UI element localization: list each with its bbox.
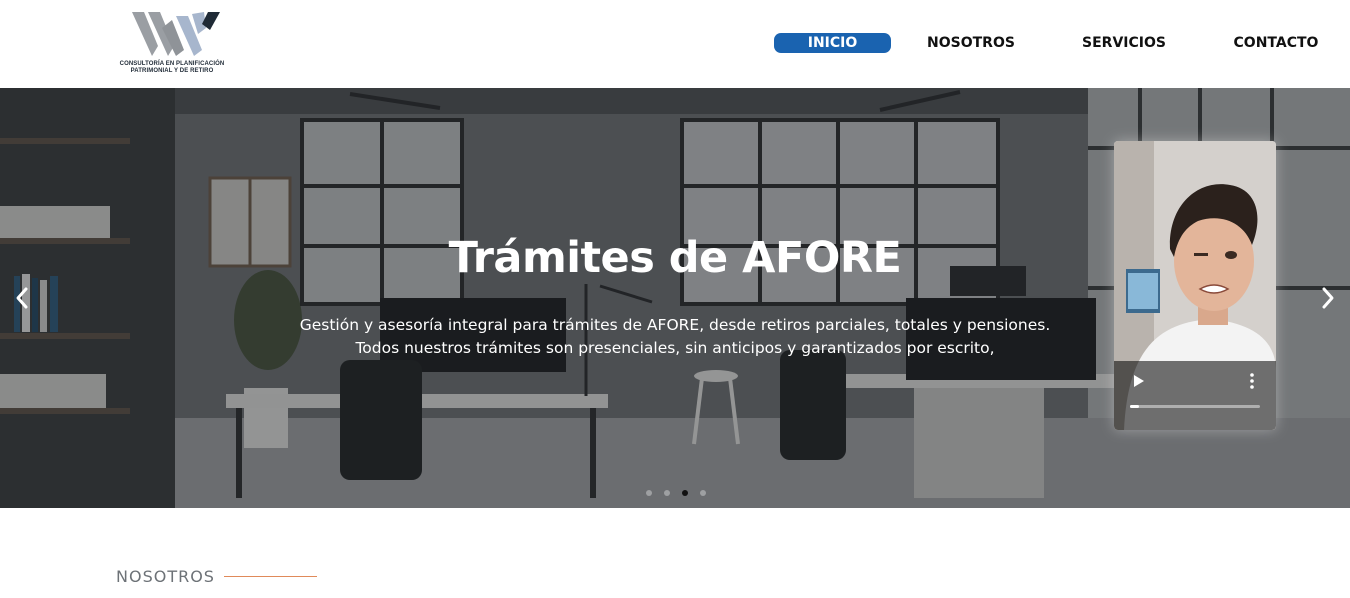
carousel-dot-2[interactable] — [664, 490, 670, 496]
video-play-icon[interactable] — [1132, 374, 1146, 388]
section-title-underline — [224, 576, 317, 577]
hero-carousel: Trámites de AFORE Gestión y asesoría int… — [0, 88, 1350, 508]
site-header: CONSULTORÍA EN PLANIFICACIÓN PATRIMONIAL… — [0, 0, 1350, 88]
nav-item-inicio[interactable]: INICIO — [774, 33, 891, 53]
video-player[interactable] — [1114, 141, 1276, 430]
main-nav: INICIO NOSOTROS SERVICIOS CONTACTO — [0, 33, 1350, 55]
carousel-next-icon[interactable] — [1315, 283, 1341, 313]
carousel-prev-icon[interactable] — [9, 283, 35, 313]
nav-item-contacto[interactable]: CONTACTO — [1222, 33, 1330, 53]
logo-text-line1: CONSULTORÍA EN PLANIFICACIÓN — [119, 61, 225, 67]
carousel-dot-4[interactable] — [700, 490, 706, 496]
logo-text-line2: PATRIMONIAL Y DE RETIRO — [130, 68, 214, 74]
carousel-indicators — [644, 490, 714, 498]
nav-item-servicios[interactable]: SERVICIOS — [1072, 33, 1176, 53]
video-progress-fill — [1130, 405, 1140, 408]
carousel-dot-3[interactable] — [682, 490, 688, 496]
logo-text: CONSULTORÍA EN PLANIFICACIÓN PATRIMONIAL… — [114, 61, 230, 75]
video-progress-bar[interactable] — [1130, 405, 1260, 408]
video-more-options-icon[interactable] — [1246, 372, 1258, 390]
section-title-nosotros: NOSOTROS — [116, 567, 215, 586]
carousel-dot-1[interactable] — [646, 490, 652, 496]
nav-item-nosotros[interactable]: NOSOTROS — [916, 33, 1026, 53]
